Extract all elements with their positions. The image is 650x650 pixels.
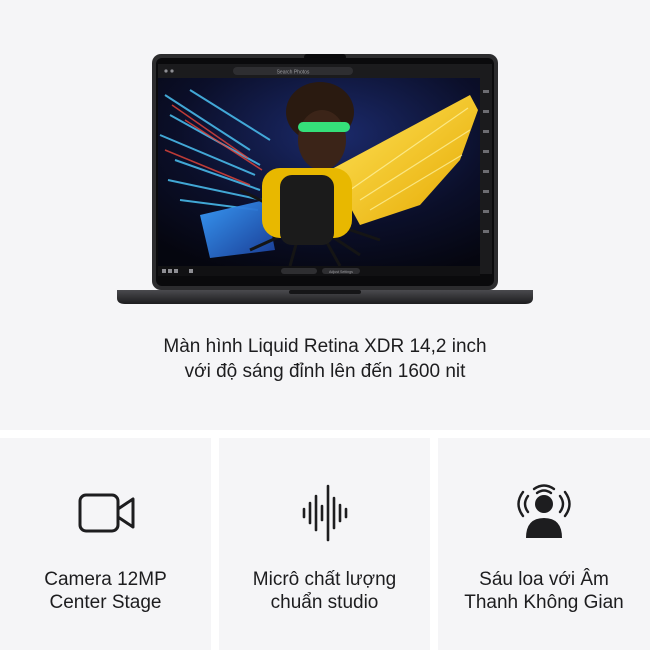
feature-tile-microphone: Micrô chất lượng chuẩn studio — [219, 438, 430, 650]
microphone-waveform-icon — [302, 484, 347, 542]
spatial-audio-speakers-icon — [517, 484, 571, 538]
feature-label: Micrô chất lượng chuẩn studio — [219, 568, 430, 614]
feature-label-line-2: Thanh Không Gian — [464, 592, 624, 613]
hero-caption: Màn hình Liquid Retina XDR 14,2 inch với… — [0, 334, 650, 384]
feature-label-line-1: Micrô chất lượng — [252, 569, 397, 590]
macbook-pro-image: Search Photos Adjust Settings — [117, 54, 533, 304]
screen-search-text: Search Photos — [277, 70, 310, 76]
feature-tile-camera: Camera 12MP Center Stage — [0, 438, 211, 650]
screen-bottom-label: Adjust Settings — [329, 270, 353, 274]
feature-label: Sáu loa với Âm Thanh Không Gian — [438, 568, 650, 614]
feature-label: Camera 12MP Center Stage — [0, 568, 211, 614]
feature-label-line-2: Center Stage — [49, 592, 162, 613]
hero-caption-line-1: Màn hình Liquid Retina XDR 14,2 inch — [163, 336, 487, 357]
hero-panel: Search Photos Adjust Settings Màn hình L… — [0, 0, 650, 430]
feature-label-line-1: Camera 12MP — [44, 569, 167, 590]
video-camera-icon — [78, 493, 134, 533]
screen-photo: Search Photos Adjust Settings — [158, 64, 492, 276]
hero-caption-line-2: với độ sáng đỉnh lên đến 1600 nit — [184, 361, 466, 382]
feature-label-line-1: Sáu loa với Âm — [479, 569, 609, 590]
feature-label-line-2: chuẩn studio — [270, 592, 379, 613]
feature-tile-speakers: Sáu loa với Âm Thanh Không Gian — [438, 438, 650, 650]
